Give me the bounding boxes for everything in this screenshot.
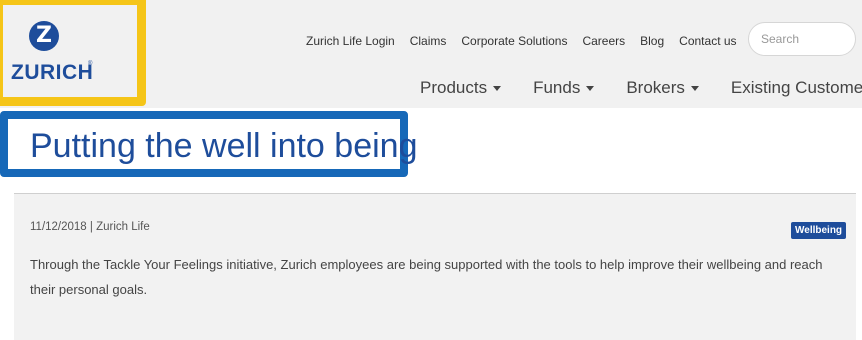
logo-highlight: Z ZURICH ® [0, 0, 146, 106]
nav-products[interactable]: Products [420, 78, 502, 98]
title-highlight: Putting the well into being [0, 111, 417, 177]
chevron-down-icon [493, 85, 502, 91]
chevron-down-icon [586, 85, 595, 91]
search-input[interactable] [748, 22, 856, 56]
blog-link[interactable]: Blog [640, 34, 664, 48]
page-title: Putting the well into being [30, 127, 418, 165]
utility-nav: Zurich Life Login Claims Corporate Solut… [306, 34, 752, 48]
zurich-logo-icon[interactable]: Z [29, 21, 59, 51]
nav-funds-label: Funds [533, 78, 581, 97]
article-card: 11/12/2018 | Zurich Life Wellbeing Throu… [14, 193, 856, 340]
registered-mark: ® [88, 61, 93, 67]
contact-us-link[interactable]: Contact us [679, 34, 736, 48]
logo-wordmark[interactable]: ZURICH [11, 61, 93, 85]
nav-brokers-label: Brokers [626, 78, 685, 97]
claims-link[interactable]: Claims [410, 34, 447, 48]
tag-badge[interactable]: Wellbeing [791, 222, 847, 239]
careers-link[interactable]: Careers [582, 34, 625, 48]
main-nav: Products Funds Brokers Existing Customer… [420, 78, 862, 98]
chevron-down-icon [690, 85, 699, 91]
article-summary: Through the Tackle Your Feelings initiat… [30, 257, 823, 297]
corporate-solutions-link[interactable]: Corporate Solutions [461, 34, 567, 48]
nav-funds[interactable]: Funds [533, 78, 595, 98]
nav-existing-customers[interactable]: Existing Customers [731, 78, 862, 98]
article-meta: 11/12/2018 | Zurich Life [30, 221, 150, 233]
site-header: Z ZURICH ® Zurich Life Login Claims Corp… [0, 0, 862, 108]
nav-brokers[interactable]: Brokers [626, 78, 699, 98]
nav-existing-customers-label: Existing Customers [730, 78, 862, 97]
zurich-life-login-link[interactable]: Zurich Life Login [306, 34, 395, 48]
nav-products-label: Products [420, 78, 488, 97]
